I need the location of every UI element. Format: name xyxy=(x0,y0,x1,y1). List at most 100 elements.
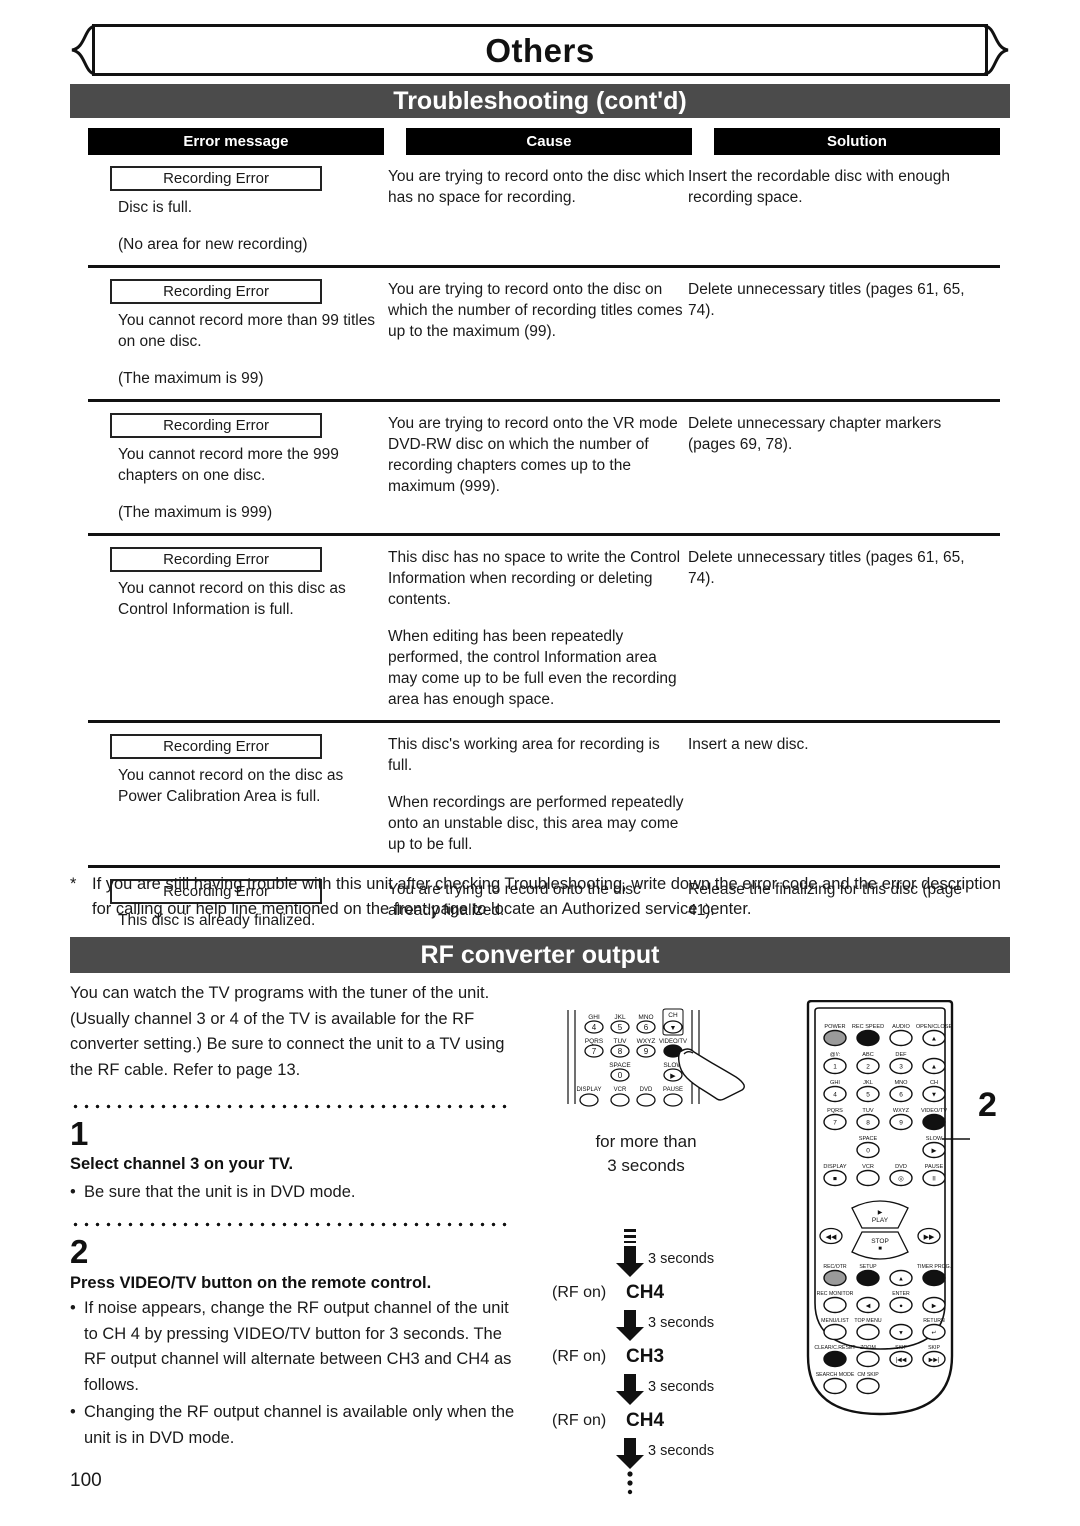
remote-key-label: OPEN/CLOSE xyxy=(916,1024,953,1030)
bullet-dot: • xyxy=(70,1183,76,1201)
remote-key-label: VIDEO/TV xyxy=(921,1108,947,1114)
rf-intro-text: You can watch the TV programs with the t… xyxy=(70,984,505,1079)
cell-solution: Insert a new disc. xyxy=(688,734,988,855)
remote-key-rec-monitor[interactable] xyxy=(823,1296,847,1314)
remote-key-label: DISPLAY xyxy=(823,1164,846,1170)
error-badge: Recording Error xyxy=(110,166,322,191)
remote-key-zoom[interactable] xyxy=(856,1350,880,1368)
down-arrow-icon xyxy=(616,1438,644,1469)
table-row: Recording Error You cannot record more th… xyxy=(88,265,1000,399)
remote-key-label: @!/: xyxy=(830,1052,841,1058)
step-heading-1: Select channel 3 on your TV. xyxy=(70,1155,294,1173)
remote-key-top-menu[interactable] xyxy=(856,1323,880,1341)
svg-text:0: 0 xyxy=(618,1071,623,1080)
remote-key-label: PAUSE xyxy=(925,1164,944,1170)
remote-key-label: CLEAR/C.RESET xyxy=(814,1345,856,1351)
remote-key-label: CM SKIP xyxy=(857,1372,879,1378)
cell-cause: You are trying to record onto the disc w… xyxy=(388,166,688,255)
remote-key-power[interactable] xyxy=(823,1029,847,1047)
error-badge: Recording Error xyxy=(110,734,322,759)
remote-key-menu-list[interactable] xyxy=(823,1323,847,1341)
remote-key-search-mode[interactable] xyxy=(823,1377,847,1395)
remote-key-glyph: 5 xyxy=(866,1092,870,1099)
step-bullets-1: • Be sure that the unit is in DVD mode. xyxy=(70,1180,520,1206)
chapter-banner: Others xyxy=(70,24,1010,76)
error-badge: Recording Error xyxy=(110,413,322,438)
error-text: You cannot record more the 999 chapters … xyxy=(118,446,339,484)
svg-text:▶: ▶ xyxy=(878,1210,883,1216)
bullet-dot: • xyxy=(70,1403,76,1421)
channel-value: CH4 xyxy=(626,1410,665,1431)
footnote-text: If you are still having trouble with thi… xyxy=(92,875,1001,918)
table-row: Recording Error You cannot record on this… xyxy=(88,533,1000,720)
cause-text: This disc's working area for recording i… xyxy=(388,736,660,774)
table-row: Recording Error Disc is full. (No area for… xyxy=(88,155,1000,265)
flow-arrow: 3 seconds xyxy=(548,1244,798,1278)
remote-control-figure: POWER REC SPEED AUDIO OPEN/CLOSE ▲ @!/: 1 ABC 2 D… xyxy=(806,1000,970,1416)
remote-key-glyph: ▶ xyxy=(932,1304,937,1310)
step-number-2: 2 xyxy=(70,1233,89,1270)
cell-error-message: Recording Error You cannot record on this… xyxy=(88,547,388,710)
press-caption-line2: 3 seconds xyxy=(607,1156,685,1175)
bullet-text: Be sure that the unit is in DVD mode. xyxy=(84,1183,356,1201)
cell-error-message: Recording Error You cannot record more th… xyxy=(88,413,388,523)
remote-key-timer-prog-[interactable] xyxy=(922,1269,946,1287)
flow-arrow: 3 seconds xyxy=(548,1436,798,1470)
remote-key-glyph: II xyxy=(932,1176,936,1183)
remote-key-clear-c-reset[interactable] xyxy=(823,1350,847,1368)
remote-key-label: ABC xyxy=(862,1052,874,1058)
flow-duration-label: 3 seconds xyxy=(648,1315,715,1331)
keypad-closeup-figure: GHI 4 JKL 5 MNO 6 CH ▼ PQRS 7 TUV 8 WXYZ… xyxy=(567,1008,745,1107)
remote-key-label: DEF xyxy=(895,1052,907,1058)
footnote-marker: * xyxy=(70,875,77,893)
remote-key-video-tv[interactable] xyxy=(922,1113,946,1131)
svg-text:JKL: JKL xyxy=(614,1014,626,1021)
section-title: Troubleshooting (cont'd) xyxy=(393,86,687,115)
rf-on-label: (RF on) xyxy=(552,1348,607,1365)
brace-right-icon xyxy=(984,24,1009,76)
remote-key-glyph: 7 xyxy=(833,1120,837,1127)
svg-text:PLAY: PLAY xyxy=(872,1217,889,1224)
error-text: You cannot record on the disc as Power C… xyxy=(118,767,344,805)
remote-key-label: TOP MENU xyxy=(854,1318,881,1324)
chapter-title-box: Others xyxy=(92,24,988,76)
down-arrow-icon xyxy=(616,1246,644,1277)
error-badge: Recording Error xyxy=(110,547,322,572)
svg-text:DVD: DVD xyxy=(640,1087,653,1093)
svg-text:PAUSE: PAUSE xyxy=(663,1087,683,1093)
cell-error-message: Recording Error You cannot record on the … xyxy=(88,734,388,855)
step-divider-2 xyxy=(70,1222,510,1227)
troubleshooting-table: Error message Cause Solution Recording E… xyxy=(88,128,1000,941)
remote-key-glyph: ▲ xyxy=(898,1277,904,1283)
remote-key-label: TIMER PROG. xyxy=(917,1264,951,1270)
cell-error-message: Recording Error Disc is full. (No area for… xyxy=(88,166,388,255)
cell-solution: Delete unnecessary chapter markers (page… xyxy=(688,413,988,523)
step-heading-2: Press VIDEO/TV button on the remote cont… xyxy=(70,1274,432,1292)
remote-key-audio[interactable] xyxy=(889,1029,913,1047)
remote-key-label: MENU/LIST xyxy=(821,1318,850,1324)
remote-key-rec-otr[interactable] xyxy=(823,1269,847,1287)
flow-arrow: 3 seconds xyxy=(548,1308,798,1342)
cell-cause: This disc has no space to write the Cont… xyxy=(388,547,688,710)
rf-on-label: (RF on) xyxy=(552,1284,607,1301)
footnote: * If you are still having trouble with t… xyxy=(70,872,1010,922)
svg-text:VCR: VCR xyxy=(614,1087,627,1093)
remote-key-label: SETUP xyxy=(859,1264,877,1270)
remote-key-glyph: ● xyxy=(899,1304,903,1310)
bullet-text: Changing the RF output channel is availa… xyxy=(84,1403,515,1447)
channel-value: CH3 xyxy=(626,1346,665,1367)
remote-key-vcr[interactable] xyxy=(856,1169,880,1187)
page-number: 100 xyxy=(70,1470,102,1491)
svg-text:VIDEO/TV: VIDEO/TV xyxy=(659,1039,687,1045)
pointing-hand-icon xyxy=(677,1048,745,1101)
svg-text:8: 8 xyxy=(618,1047,623,1056)
channel-flow-diagram: 3 seconds (RF on) CH4 3 seconds (RF on) CH3 3 … xyxy=(548,1228,798,1496)
remote-key-setup[interactable] xyxy=(856,1269,880,1287)
step-bullets-2: • If noise appears, change the RF output … xyxy=(70,1296,520,1451)
step-bullet: • Changing the RF output channel is avail… xyxy=(70,1400,520,1451)
svg-text:TUV: TUV xyxy=(614,1038,628,1045)
remote-key-cm-skip[interactable] xyxy=(856,1377,880,1395)
remote-key-rec-speed[interactable] xyxy=(856,1029,880,1047)
flow-continuation-dots xyxy=(548,1470,798,1496)
remote-key-label: REC MONITOR xyxy=(817,1291,854,1297)
